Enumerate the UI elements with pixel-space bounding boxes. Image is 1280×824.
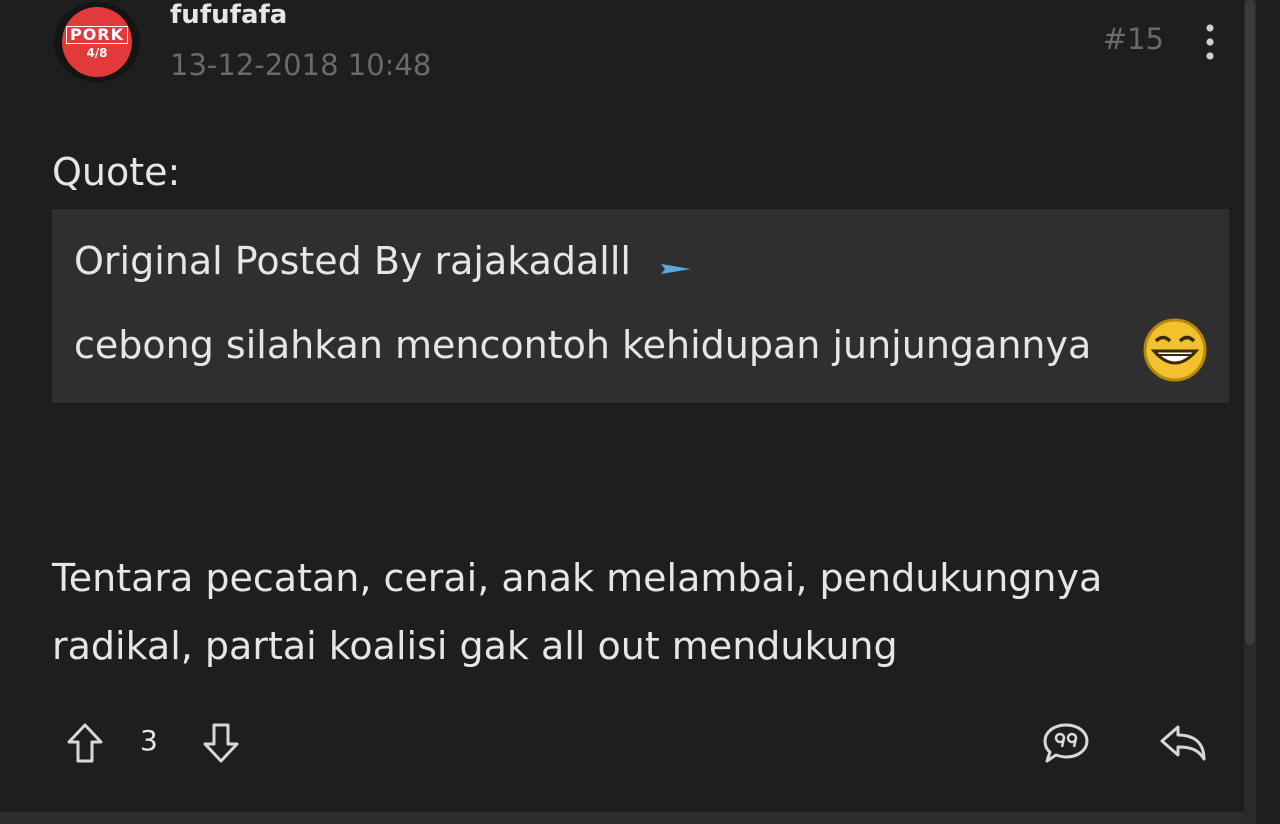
reply-icon xyxy=(1160,725,1206,761)
forum-post-page: PORK 4/8 fufufafa 13-12-2018 10:48 #15 Q… xyxy=(0,0,1280,824)
quote-label: Quote: xyxy=(52,150,181,194)
arrow-down-icon xyxy=(203,723,239,763)
arrow-up-icon xyxy=(67,723,103,763)
avatar[interactable]: PORK 4/8 xyxy=(54,2,140,82)
downvote-button[interactable] xyxy=(200,720,242,766)
quote-author-text: Original Posted By rajakadalll xyxy=(74,239,631,283)
quote-bubble-icon xyxy=(1043,723,1089,763)
avatar-sub-text: 4/8 xyxy=(86,45,108,60)
laughing-emoji-icon xyxy=(1142,317,1208,387)
avatar-image: PORK 4/8 xyxy=(62,7,132,77)
post-number[interactable]: #15 xyxy=(1103,22,1164,56)
more-vertical-icon[interactable] xyxy=(1196,20,1224,64)
vote-count: 3 xyxy=(140,724,158,757)
quote-author-line[interactable]: Original Posted By rajakadalll xyxy=(74,239,692,286)
arrow-right-icon[interactable] xyxy=(661,242,692,286)
scrollbar-thumb[interactable] xyxy=(1245,0,1255,645)
quote-block: Original Posted By rajakadalll cebong si… xyxy=(52,209,1229,403)
username[interactable]: fufufafa xyxy=(170,0,287,30)
upvote-button[interactable] xyxy=(64,720,106,766)
post-timestamp: 13-12-2018 10:48 xyxy=(170,48,432,82)
quote-text: cebong silahkan mencontoh kehidupan junj… xyxy=(74,323,1092,367)
bottom-divider xyxy=(0,812,1244,824)
reply-button[interactable] xyxy=(1156,720,1210,766)
quote-reply-button[interactable] xyxy=(1040,720,1092,766)
post-body-text: Tentara pecatan, cerai, anak melambai, p… xyxy=(52,556,1103,668)
avatar-logo-text: PORK xyxy=(65,25,129,44)
